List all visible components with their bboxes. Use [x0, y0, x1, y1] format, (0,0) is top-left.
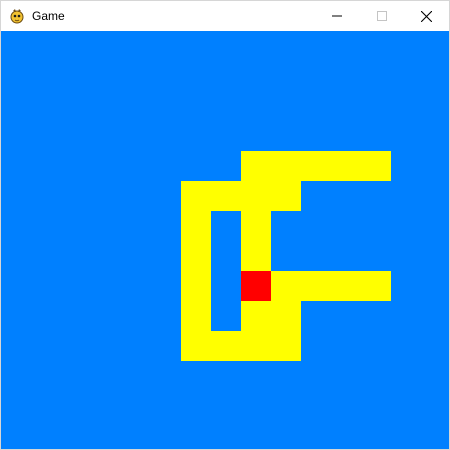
- minimize-icon: [331, 15, 342, 17]
- snake-segment: [181, 271, 211, 301]
- pygame-snake-icon: [10, 9, 24, 24]
- snake-segment: [271, 331, 301, 361]
- snake-segment: [301, 271, 331, 301]
- snake-segment: [181, 331, 211, 361]
- snake-segment: [241, 211, 271, 241]
- snake-segment: [301, 151, 331, 181]
- snake-segment: [271, 151, 301, 181]
- food-pellet: [241, 271, 271, 301]
- snake-segment: [181, 181, 211, 211]
- snake-segment: [241, 181, 271, 211]
- title-bar[interactable]: Game: [1, 1, 449, 31]
- minimize-button[interactable]: [314, 1, 359, 31]
- snake-segment: [181, 241, 211, 271]
- snake-segment: [331, 271, 361, 301]
- snake-segment: [241, 331, 271, 361]
- snake-segment: [271, 301, 301, 331]
- snake-segment: [181, 211, 211, 241]
- snake-segment: [241, 301, 271, 331]
- snake-segment: [271, 271, 301, 301]
- maximize-icon: [376, 11, 387, 21]
- snake-segment: [241, 241, 271, 271]
- snake-segment: [241, 151, 271, 181]
- snake-segment: [361, 271, 391, 301]
- close-button[interactable]: [404, 1, 449, 31]
- snake-segment: [211, 181, 241, 211]
- game-window: Game: [0, 0, 450, 450]
- snake-segment: [331, 151, 361, 181]
- game-canvas[interactable]: [1, 31, 449, 449]
- snake-segment: [211, 331, 241, 361]
- snake-segment: [181, 301, 211, 331]
- window-title: Game: [32, 9, 65, 23]
- maximize-button[interactable]: [359, 1, 404, 31]
- snake-segment: [361, 151, 391, 181]
- snake-segment: [271, 181, 301, 211]
- close-icon: [421, 10, 432, 22]
